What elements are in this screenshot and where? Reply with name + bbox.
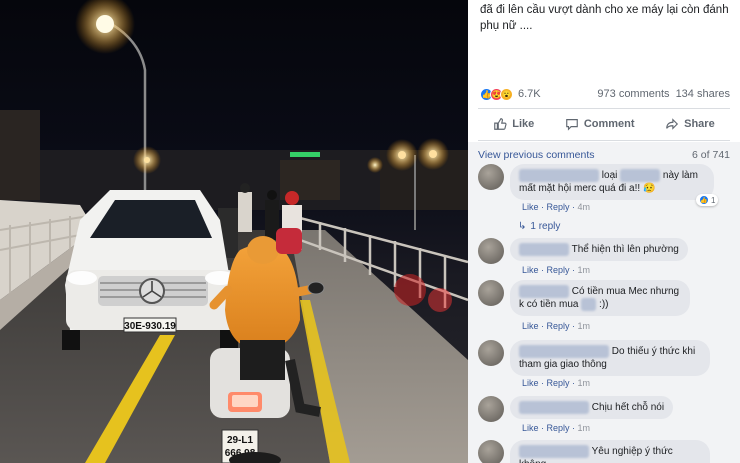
redacted-name: xxxxxxxxxxxxxx: [519, 401, 589, 414]
comment-meta: Like · Reply · 4m: [522, 202, 591, 212]
divider: [478, 108, 730, 109]
reaction-icons[interactable]: 👍 😍 😮: [480, 87, 513, 101]
car-plate: 30E-930.19: [124, 321, 176, 332]
comment-time: 1m: [577, 423, 591, 433]
comments-section: View previous comments 6 of 741 xxxxxxxx…: [468, 142, 740, 463]
avatar[interactable]: [478, 280, 504, 306]
avatar[interactable]: [478, 440, 504, 463]
svg-text:29-L1: 29-L1: [227, 435, 254, 446]
comment-label: Comment: [583, 118, 635, 130]
like-label: Like: [512, 118, 535, 130]
redacted-name: xxxxxxxxxxxxxxxxxx: [519, 345, 609, 358]
comment-reply-link[interactable]: Reply: [547, 321, 570, 331]
comment-time: 1m: [577, 321, 591, 331]
comment-time: 4m: [577, 202, 591, 212]
comment-meta: Like · Reply · 1m: [522, 378, 591, 388]
comment-text: :)): [599, 299, 609, 310]
redacted-name: xxxxxxxxxx: [519, 285, 569, 298]
avatar[interactable]: [478, 340, 504, 366]
comment-time: 1m: [577, 378, 591, 388]
comment-position: 6 of 741: [692, 149, 730, 161]
reply-count: 1 reply: [530, 221, 561, 232]
comment-like-link[interactable]: Like: [522, 202, 539, 212]
comment-like-link[interactable]: Like: [522, 321, 539, 331]
reply-arrow-icon: ↳: [518, 221, 527, 232]
avatar[interactable]: [478, 396, 504, 422]
comment-reply-link[interactable]: Reply: [547, 378, 570, 388]
thumbs-up-icon: 👍: [699, 195, 709, 205]
share-label: Share: [684, 118, 715, 130]
night-bridge-scene: 30E-930.19 29-L1 666.98: [0, 0, 468, 463]
avatar[interactable]: [478, 238, 504, 264]
comment-meta: Like · Reply · 1m: [522, 265, 591, 275]
redacted-name: xxxxxxxxxx: [519, 243, 569, 256]
comment-like-link[interactable]: Like: [522, 423, 539, 433]
redacted-name: xxxxxxxxxxxxxx: [519, 445, 589, 458]
comment-like-link[interactable]: Like: [522, 265, 539, 275]
post-panel: đã đi lên cầu vượt dành cho xe máy lại c…: [468, 0, 740, 463]
comment-meta: Like · Reply · 1m: [522, 423, 591, 433]
comment-icon: [566, 119, 578, 131]
comment-reply-link[interactable]: Reply: [547, 265, 570, 275]
comment-count[interactable]: 973 comments: [597, 88, 669, 100]
post-actions: Like Comment Share: [478, 112, 730, 136]
share-icon: [666, 118, 679, 130]
post-photo[interactable]: 30E-930.19 29-L1 666.98: [0, 0, 468, 463]
view-replies-link[interactable]: ↳ 1 reply: [518, 221, 560, 232]
reactions-bar[interactable]: 👍 😍 😮 6.7K 973 comments 134 shares: [480, 86, 730, 102]
thumbs-up-icon: [494, 118, 507, 130]
comment-text: loại: [601, 170, 618, 181]
share-count[interactable]: 134 shares: [676, 88, 730, 100]
redacted-text: xxx: [581, 298, 597, 311]
comment-bubble: xxxxxxxxxxxxxxxxxx Do thiếu ý thức khi t…: [510, 340, 710, 376]
redacted-text: xxxxxxxx: [620, 169, 661, 182]
comment-bubble: xxxxxxxxxx Thể hiện thì lên phường: [510, 238, 688, 261]
comment-reply-link[interactable]: Reply: [547, 202, 570, 212]
comment-bubble: xxxxxxxxxxxxxxxx loại xxxxxxxx này làm m…: [510, 164, 714, 200]
divider: [478, 140, 730, 141]
redacted-name: xxxxxxxxxxxxxxxx: [519, 169, 599, 182]
comment-bubble: xxxxxxxxxxxxxx Chịu hết chỗ nói: [510, 396, 674, 419]
comment-bubble: xxxxxxxxxxxxxx Yêu nghiệp ý thức không: [510, 440, 710, 463]
avatar[interactable]: [478, 164, 504, 190]
comment-button[interactable]: Comment: [565, 117, 635, 131]
comment-like-link[interactable]: Like: [522, 378, 539, 388]
comment-text: Thể hiện thì lên phường: [571, 244, 679, 255]
view-previous-comments-link[interactable]: View previous comments: [478, 149, 595, 161]
comment-bubble: xxxxxxxxxx Có tiền mua Mec nhưng k có ti…: [510, 280, 690, 316]
comment-meta: Like · Reply · 1m: [522, 321, 591, 331]
comment-time: 1m: [577, 265, 591, 275]
like-button[interactable]: Like: [493, 117, 534, 131]
post-text: đã đi lên cầu vượt dành cho xe máy lại c…: [480, 4, 729, 32]
comment-like-badge[interactable]: 👍 1: [696, 194, 719, 206]
share-button[interactable]: Share: [665, 117, 715, 131]
wow-icon: 😮: [500, 87, 513, 101]
like-count: 1: [711, 195, 716, 205]
reaction-count[interactable]: 6.7K: [518, 88, 541, 100]
comment-reply-link[interactable]: Reply: [547, 423, 570, 433]
comment-text: Chịu hết chỗ nói: [591, 402, 665, 413]
sad-emoji-icon: 😥: [642, 183, 656, 194]
